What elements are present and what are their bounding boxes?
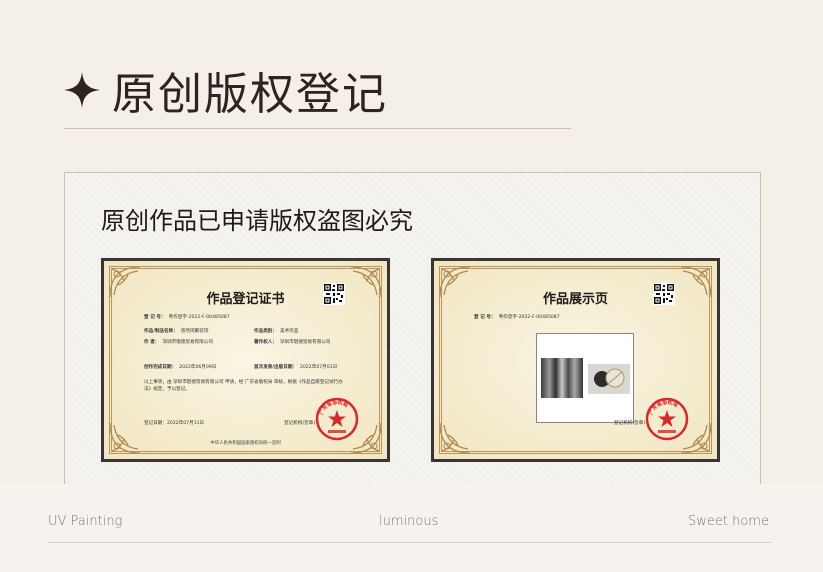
official-seal-icon: 广东省版权局 [645,397,689,441]
star-icon [64,72,100,108]
qr-code-icon [323,283,345,305]
qr-code-icon [653,283,675,305]
registration-authority: 登记机构(签章) [284,421,316,426]
panel-heading: 原创作品已申请版权盗图必究 [101,207,413,235]
reg-no: 登 记 号： 粤作登字-2022-F-00485087 [144,315,230,320]
artwork-image [588,364,630,394]
page-title: 原创版权登记 [112,69,388,120]
official-seal-icon: 广东省版权局 [315,397,359,441]
artwork-image [541,358,583,398]
registration-date: 登记日期：2022年07月11日 [144,421,205,426]
field-publication-date: 首次发表/出版日期： 2022年07月01日 [254,365,338,370]
footer-center-text: luminous [379,514,439,529]
field-work-category: 作品类别： 美术作品 [254,329,299,334]
work-display-certificate: 作品展示页 登 记 号： 粤作登字-2022-F-00485087 登记机构(签… [431,258,720,462]
page-header: 原创版权登记 [64,58,388,122]
certificate-body-text: 以上事项，由 深圳市琨德贸易有限公司 申请，经 广东省版权局 审核，根据《作品自… [144,380,343,392]
certificate-footer: 中华人民共和国国家版权局统一监制 [210,441,281,446]
footer-left-text: UV Painting [48,514,123,529]
reg-no: 登 记 号： 粤作登字-2022-F-00485087 [474,315,560,320]
corner-ornament-icon [109,422,141,454]
field-work-name: 作品/制品名称： 悠然闲聚装饰 [144,329,209,334]
footer-right-text: Sweet home [688,514,769,529]
registration-authority: 登记机构(签章) [614,421,646,426]
registration-certificate: 作品登记证书 登 记 号： 粤作登字-2022-F-00485087 作品/制品名… [101,258,390,462]
field-creation-date: 创作完成日期： 2022年06月09日 [144,365,217,370]
field-copyright-owner: 著作权人： 深圳市琨德贸易有限公司 [254,340,331,345]
artwork-photo [536,333,634,423]
footer-divider [48,542,771,543]
header-divider [64,128,571,129]
certificate-panel: 原创作品已申请版权盗图必究 作品登记证书 登 记 号： 粤作登字-2022-F-0… [64,172,761,486]
field-author: 作 者： 深圳市琨德贸易有限公司 [144,340,213,345]
corner-ornament-icon [439,422,471,454]
